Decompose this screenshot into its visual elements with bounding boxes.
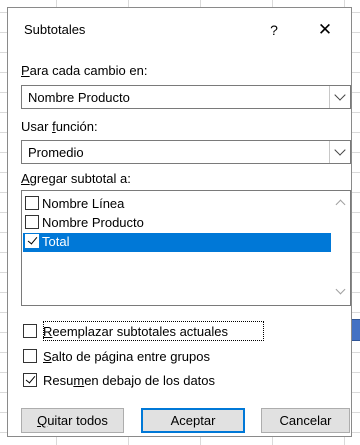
ok-button[interactable]: Aceptar bbox=[141, 408, 245, 433]
checkbox[interactable] bbox=[25, 196, 39, 210]
checkbox[interactable] bbox=[23, 324, 37, 338]
list-item[interactable]: Nombre Producto bbox=[23, 214, 331, 233]
group-by-label: Para cada cambio en: bbox=[21, 63, 148, 78]
scroll-down-icon[interactable] bbox=[335, 284, 346, 295]
group-by-dropdown-button[interactable] bbox=[329, 86, 350, 108]
function-value: Promedio bbox=[28, 145, 84, 160]
function-label: Usar función: bbox=[21, 119, 98, 134]
close-button[interactable]: ✕ bbox=[308, 18, 342, 42]
dialog-title: Subtotales bbox=[24, 22, 86, 37]
group-by-value: Nombre Producto bbox=[28, 90, 130, 105]
remove-all-button[interactable]: Quitar todos bbox=[21, 408, 124, 433]
checkbox[interactable] bbox=[23, 349, 37, 363]
checkbox[interactable] bbox=[23, 373, 37, 387]
close-icon: ✕ bbox=[317, 20, 333, 39]
add-subtotal-label: Agregar subtotal a: bbox=[21, 171, 131, 186]
chevron-down-icon bbox=[334, 144, 346, 156]
add-subtotal-listbox[interactable]: Nombre Línea Nombre Producto Total bbox=[21, 190, 351, 306]
list-item[interactable]: Total bbox=[23, 233, 331, 252]
scroll-up-icon[interactable] bbox=[335, 199, 346, 210]
chevron-down-icon bbox=[334, 89, 346, 101]
function-dropdown-button[interactable] bbox=[329, 141, 350, 163]
help-button[interactable]: ? bbox=[257, 18, 291, 42]
group-by-select[interactable]: Nombre Producto bbox=[21, 85, 351, 109]
subtotals-dialog: Subtotales ? ✕ Para cada cambio en: Nomb… bbox=[7, 7, 352, 437]
list-item[interactable]: Nombre Línea bbox=[23, 195, 331, 214]
checkbox[interactable] bbox=[25, 215, 39, 229]
function-select[interactable]: Promedio bbox=[21, 140, 351, 164]
help-icon: ? bbox=[270, 22, 278, 38]
vertical-scrollbar[interactable] bbox=[333, 192, 349, 304]
cancel-button[interactable]: Cancelar bbox=[261, 408, 350, 433]
checkbox[interactable] bbox=[25, 234, 39, 248]
